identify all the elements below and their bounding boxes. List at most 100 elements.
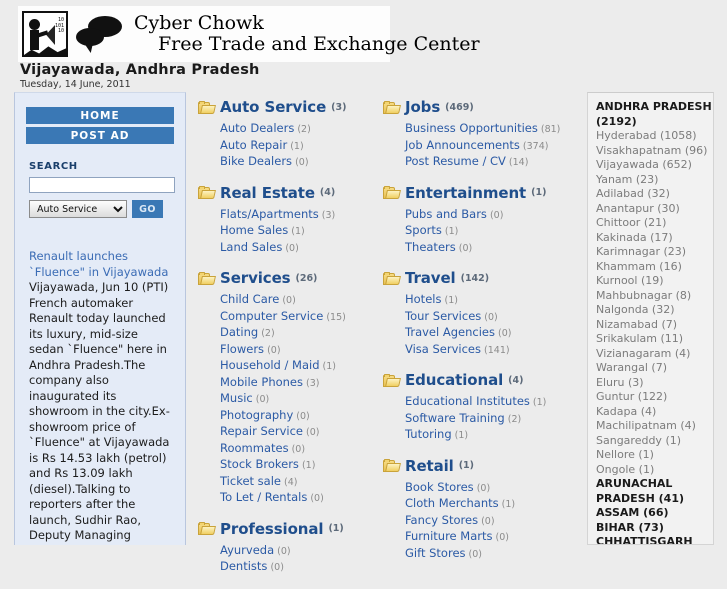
site-logo-banner[interactable]: 10 101 10 Cyber Chowk Free Trade and Excha…: [18, 6, 480, 62]
subcategory-link[interactable]: Repair Service: [220, 424, 303, 438]
city-link[interactable]: Ongole (1): [596, 463, 713, 478]
category-title[interactable]: Real Estate: [220, 184, 315, 202]
subcategory-item[interactable]: Gift Stores (0): [405, 546, 565, 563]
state-link[interactable]: ARUNACHAL PRADESH (41): [596, 477, 713, 506]
category-title[interactable]: Retail: [405, 457, 454, 475]
category-header[interactable]: Retail (1): [383, 457, 565, 475]
subcategory-link[interactable]: Furniture Marts: [405, 529, 493, 543]
city-link[interactable]: Yanam (23): [596, 173, 713, 188]
category-title[interactable]: Educational: [405, 371, 503, 389]
subcategory-item[interactable]: Fancy Stores (0): [405, 513, 565, 530]
subcategory-link[interactable]: Tour Services: [405, 309, 481, 323]
city-link[interactable]: Vijayawada (652): [596, 158, 713, 173]
subcategory-link[interactable]: Job Announcements: [405, 138, 520, 152]
subcategory-item[interactable]: Photography (0): [220, 408, 380, 425]
subcategory-item[interactable]: Repair Service (0): [220, 424, 380, 441]
category-header[interactable]: Services (26): [198, 269, 380, 287]
city-link[interactable]: Visakhapatnam (96): [596, 144, 713, 159]
location-list-panel[interactable]: ANDHRA PRADESH (2192) Hyderabad (1058) Vis…: [587, 92, 714, 545]
subcategory-link[interactable]: Household / Maid: [220, 358, 320, 372]
city-link[interactable]: Sangareddy (1): [596, 434, 713, 449]
city-link[interactable]: Karimnagar (23): [596, 245, 713, 260]
subcategory-link[interactable]: Roommates: [220, 441, 289, 455]
category-header[interactable]: Travel (142): [383, 269, 565, 287]
city-link[interactable]: Kurnool (19): [596, 274, 713, 289]
city-link[interactable]: Nizamabad (7): [596, 318, 713, 333]
subcategory-item[interactable]: Furniture Marts (0): [405, 529, 565, 546]
subcategory-link[interactable]: Gift Stores: [405, 546, 466, 560]
city-link[interactable]: Adilabad (32): [596, 187, 713, 202]
city-link[interactable]: Chittoor (21): [596, 216, 713, 231]
subcategory-link[interactable]: Travel Agencies: [405, 325, 495, 339]
subcategory-link[interactable]: Hotels: [405, 292, 441, 306]
subcategory-item[interactable]: Pubs and Bars (0): [405, 207, 565, 224]
subcategory-item[interactable]: Auto Dealers (2): [220, 121, 380, 138]
subcategory-link[interactable]: Cloth Merchants: [405, 496, 499, 510]
city-link[interactable]: Hyderabad (1058): [596, 129, 713, 144]
home-button[interactable]: HOME: [26, 107, 174, 124]
city-link[interactable]: Machilipatnam (4): [596, 419, 713, 434]
subcategory-item[interactable]: Dating (2): [220, 325, 380, 342]
subcategory-link[interactable]: Computer Service: [220, 309, 323, 323]
category-header[interactable]: Educational (4): [383, 371, 565, 389]
category-header[interactable]: Professional (1): [198, 520, 380, 538]
subcategory-item[interactable]: Flats/Apartments (3): [220, 207, 380, 224]
category-header[interactable]: Jobs (469): [383, 98, 565, 116]
search-category-select[interactable]: Auto ServiceReal EstateServicesProfessio…: [29, 200, 127, 218]
subcategory-item[interactable]: Sports (1): [405, 223, 565, 240]
city-link[interactable]: Khammam (16): [596, 260, 713, 275]
subcategory-item[interactable]: Tour Services (0): [405, 309, 565, 326]
city-link[interactable]: Kakinada (17): [596, 231, 713, 246]
subcategory-link[interactable]: Software Training: [405, 411, 505, 425]
subcategory-item[interactable]: Bike Dealers (0): [220, 154, 380, 171]
news-headline[interactable]: Renault launches `Fluence" in Vijayawada: [29, 249, 171, 280]
search-input[interactable]: [29, 177, 175, 193]
subcategory-item[interactable]: Educational Institutes (1): [405, 394, 565, 411]
category-title[interactable]: Professional: [220, 520, 324, 538]
subcategory-link[interactable]: Business Opportunities: [405, 121, 538, 135]
category-header[interactable]: Auto Service (3): [198, 98, 380, 116]
subcategory-link[interactable]: Mobile Phones: [220, 375, 303, 389]
city-link[interactable]: Eluru (3): [596, 376, 713, 391]
subcategory-item[interactable]: Post Resume / CV (14): [405, 154, 565, 171]
subcategory-item[interactable]: Software Training (2): [405, 411, 565, 428]
category-header[interactable]: Entertainment (1): [383, 184, 565, 202]
subcategory-link[interactable]: Tutoring: [405, 427, 452, 441]
subcategory-item[interactable]: Job Announcements (374): [405, 138, 565, 155]
subcategory-link[interactable]: Ticket sale: [220, 474, 281, 488]
city-link[interactable]: Srikakulam (11): [596, 332, 713, 347]
subcategory-link[interactable]: Dentists: [220, 559, 267, 573]
subcategory-link[interactable]: Home Sales: [220, 223, 288, 237]
subcategory-item[interactable]: Theaters (0): [405, 240, 565, 257]
category-title[interactable]: Auto Service: [220, 98, 326, 116]
city-link[interactable]: Guntur (122): [596, 390, 713, 405]
subcategory-item[interactable]: Dentists (0): [220, 559, 380, 576]
subcategory-link[interactable]: Educational Institutes: [405, 394, 530, 408]
city-link[interactable]: Anantapur (30): [596, 202, 713, 217]
search-go-button[interactable]: GO: [132, 200, 163, 218]
subcategory-item[interactable]: Hotels (1): [405, 292, 565, 309]
subcategory-item[interactable]: Travel Agencies (0): [405, 325, 565, 342]
subcategory-item[interactable]: To Let / Rentals (0): [220, 490, 380, 507]
state-link[interactable]: ASSAM (66): [596, 506, 713, 521]
city-link[interactable]: Nalgonda (32): [596, 303, 713, 318]
category-title[interactable]: Jobs: [405, 98, 440, 116]
post-ad-button[interactable]: POST AD: [26, 127, 174, 144]
subcategory-link[interactable]: Flats/Apartments: [220, 207, 319, 221]
subcategory-link[interactable]: Photography: [220, 408, 293, 422]
category-title[interactable]: Travel: [405, 269, 456, 287]
subcategory-link[interactable]: Pubs and Bars: [405, 207, 487, 221]
subcategory-item[interactable]: Land Sales (0): [220, 240, 380, 257]
subcategory-item[interactable]: Book Stores (0): [405, 480, 565, 497]
subcategory-link[interactable]: To Let / Rentals: [220, 490, 307, 504]
subcategory-item[interactable]: Household / Maid (1): [220, 358, 380, 375]
subcategory-item[interactable]: Computer Service (15): [220, 309, 380, 326]
category-header[interactable]: Real Estate (4): [198, 184, 380, 202]
subcategory-item[interactable]: Home Sales (1): [220, 223, 380, 240]
subcategory-link[interactable]: Sports: [405, 223, 442, 237]
subcategory-link[interactable]: Theaters: [405, 240, 456, 254]
subcategory-link[interactable]: Fancy Stores: [405, 513, 478, 527]
subcategory-link[interactable]: Book Stores: [405, 480, 474, 494]
city-link[interactable]: Mahbubnagar (8): [596, 289, 713, 304]
subcategory-link[interactable]: Land Sales: [220, 240, 282, 254]
